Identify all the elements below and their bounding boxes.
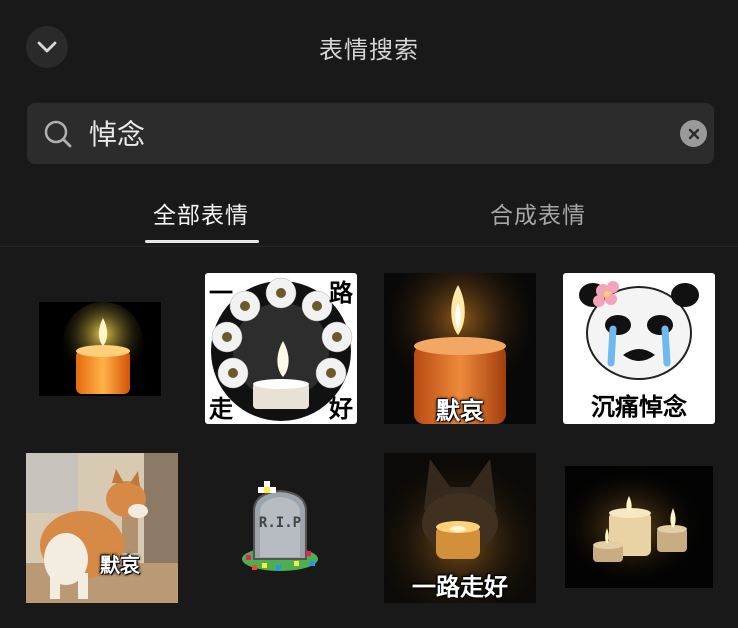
sticker-cat-candle[interactable]: 一路走好 bbox=[384, 453, 536, 603]
close-icon bbox=[688, 128, 699, 139]
sticker-candle-orange[interactable] bbox=[39, 302, 161, 396]
active-tab-indicator bbox=[145, 240, 259, 243]
tab-composite-stickers[interactable]: 合成表情 bbox=[490, 196, 586, 230]
search-bar bbox=[27, 103, 714, 164]
corner-char: 一 bbox=[209, 279, 233, 307]
sticker-grid: 一 路 走 好 默哀 沉痛悼念 默哀 R.I.P 一路走好 bbox=[0, 246, 738, 628]
search-input[interactable] bbox=[89, 113, 649, 153]
corner-char: 走 bbox=[209, 395, 233, 423]
header: 表情搜索 bbox=[0, 0, 738, 92]
sticker-three-candles[interactable] bbox=[565, 466, 713, 588]
tab-all-stickers[interactable]: 全部表情 bbox=[153, 196, 249, 230]
sticker-caption: 沉痛悼念 bbox=[591, 393, 687, 421]
page-title: 表情搜索 bbox=[319, 36, 419, 64]
sticker-panda-crying[interactable]: 沉痛悼念 bbox=[563, 273, 715, 424]
sticker-caption: 默哀 bbox=[100, 553, 140, 577]
search-icon bbox=[44, 120, 72, 148]
clear-search-button[interactable] bbox=[680, 120, 707, 147]
sticker-rip-tombstone[interactable]: R.I.P bbox=[240, 481, 320, 573]
tab-bar: 全部表情 合成表情 bbox=[0, 190, 738, 247]
corner-char: 路 bbox=[329, 279, 353, 307]
sticker-caption: 一路走好 bbox=[412, 573, 508, 601]
tombstone-text: R.I.P bbox=[258, 515, 302, 531]
sticker-flower-wreath-candle[interactable]: 一 路 走 好 bbox=[205, 273, 357, 424]
corner-char: 好 bbox=[329, 395, 353, 423]
sticker-caption: 默哀 bbox=[436, 397, 484, 424]
sticker-candle-mourning[interactable]: 默哀 bbox=[384, 273, 536, 424]
sticker-shiba-dog-bowing[interactable]: 默哀 bbox=[26, 453, 178, 603]
